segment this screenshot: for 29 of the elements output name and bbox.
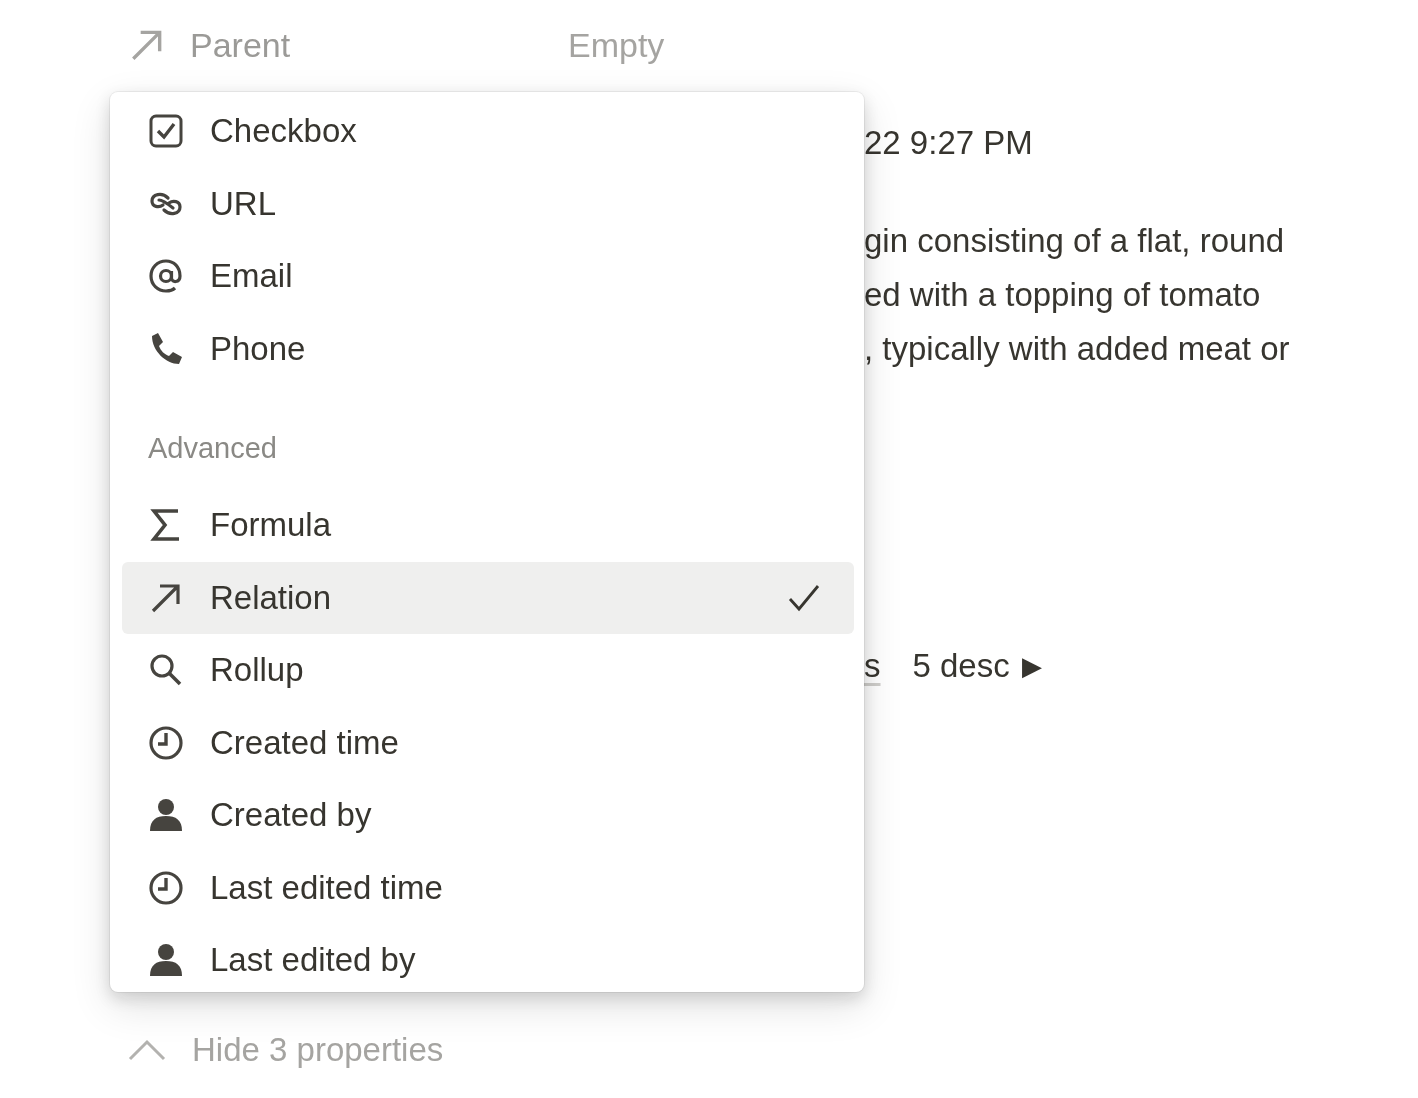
menu-item[interactable]: Rollup — [122, 634, 854, 706]
menu-item[interactable]: Email — [122, 240, 854, 312]
menu-item[interactable]: Last edited time — [122, 851, 854, 924]
menu-item[interactable]: Last edited by — [122, 924, 854, 992]
description-text: gin consisting of a flat, round — [864, 221, 1286, 261]
menu-item[interactable]: Formula — [122, 489, 854, 561]
menu-item[interactable]: Phone — [122, 312, 854, 385]
menu-item[interactable]: Relation — [122, 561, 854, 634]
menu-item[interactable]: Checkbox — [122, 95, 854, 167]
checkbox-icon — [148, 113, 184, 149]
chevron-up-icon[interactable] — [128, 1039, 166, 1061]
property-label: Parent — [190, 25, 292, 65]
sort-text: 5 desc — [912, 647, 1010, 685]
clock-icon — [148, 724, 184, 761]
menu-item[interactable]: URL — [122, 167, 854, 240]
person-icon — [148, 797, 184, 833]
search-icon — [148, 652, 184, 688]
description-text: ed with a topping of tomato — [864, 275, 1262, 315]
menu-item[interactable]: Created by — [122, 779, 854, 851]
clock-icon — [148, 869, 184, 906]
sort-link[interactable]: s — [864, 647, 881, 685]
date-text: 22 9:27 PM — [864, 123, 1034, 163]
expand-arrow[interactable]: ▶ — [1021, 650, 1042, 682]
description-text: , typically with added meat or — [864, 329, 1291, 369]
menu-item[interactable]: Created time — [122, 706, 854, 779]
person-icon — [148, 942, 184, 978]
checkmark-icon — [788, 583, 820, 612]
section-header: Advanced — [147, 431, 278, 466]
at-sign-icon — [148, 258, 184, 294]
